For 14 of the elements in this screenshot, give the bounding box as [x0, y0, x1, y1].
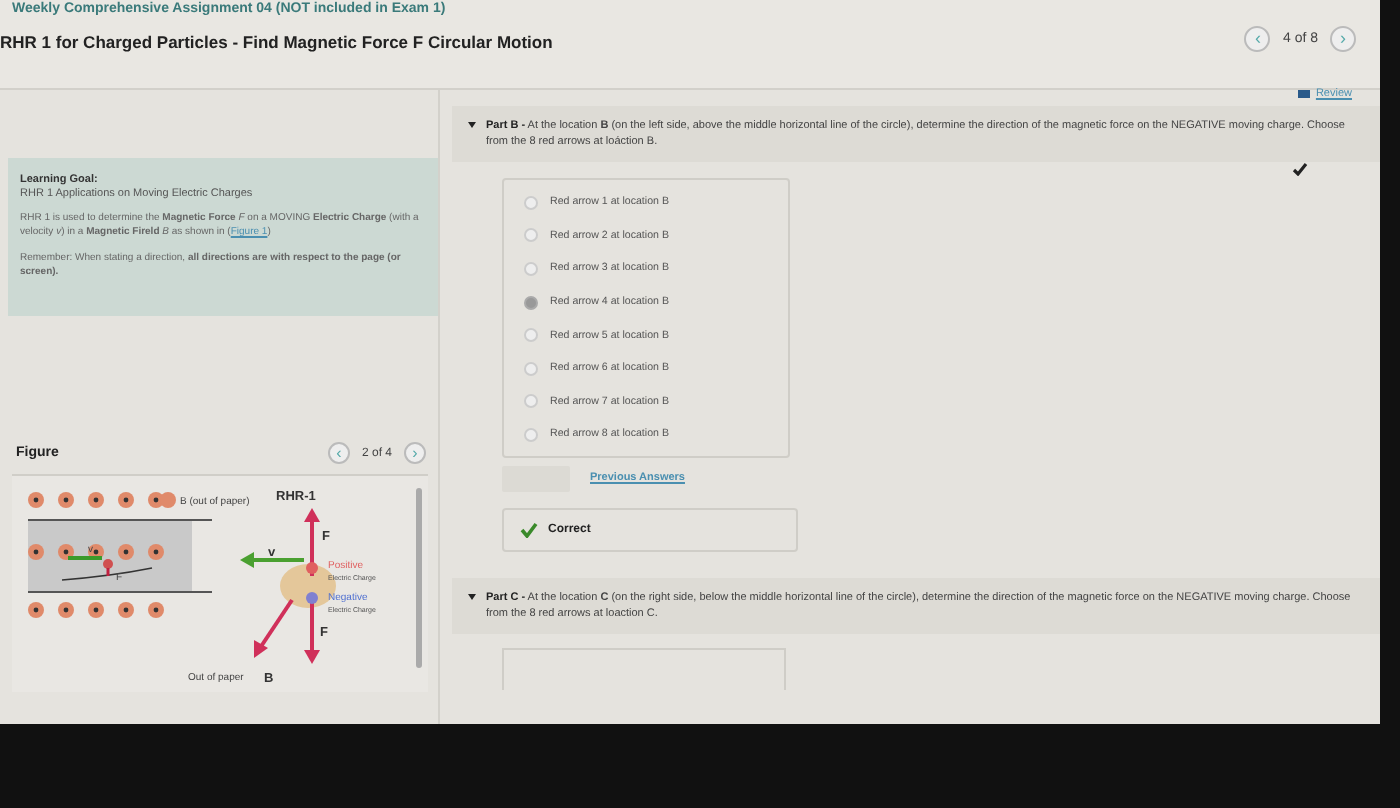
- page-title: RHR 1 for Charged Particles - Find Magnetic Force F Circular Motion: [0, 32, 553, 52]
- radio-button[interactable]: [524, 328, 538, 343]
- radio-button[interactable]: [524, 394, 538, 409]
- radio-button[interactable]: [524, 427, 538, 442]
- radio-button[interactable]: [524, 195, 538, 210]
- radio-button[interactable]: [524, 261, 538, 276]
- book-icon: [1297, 90, 1310, 98]
- part-header[interactable]: [452, 577, 1380, 634]
- part-header[interactable]: [452, 106, 1380, 162]
- scrollbar[interactable]: [416, 488, 422, 668]
- check-icon: [520, 521, 538, 538]
- radio-button[interactable]: [524, 228, 538, 243]
- radio-button[interactable]: [524, 361, 538, 376]
- radio-button[interactable]: [524, 295, 538, 310]
